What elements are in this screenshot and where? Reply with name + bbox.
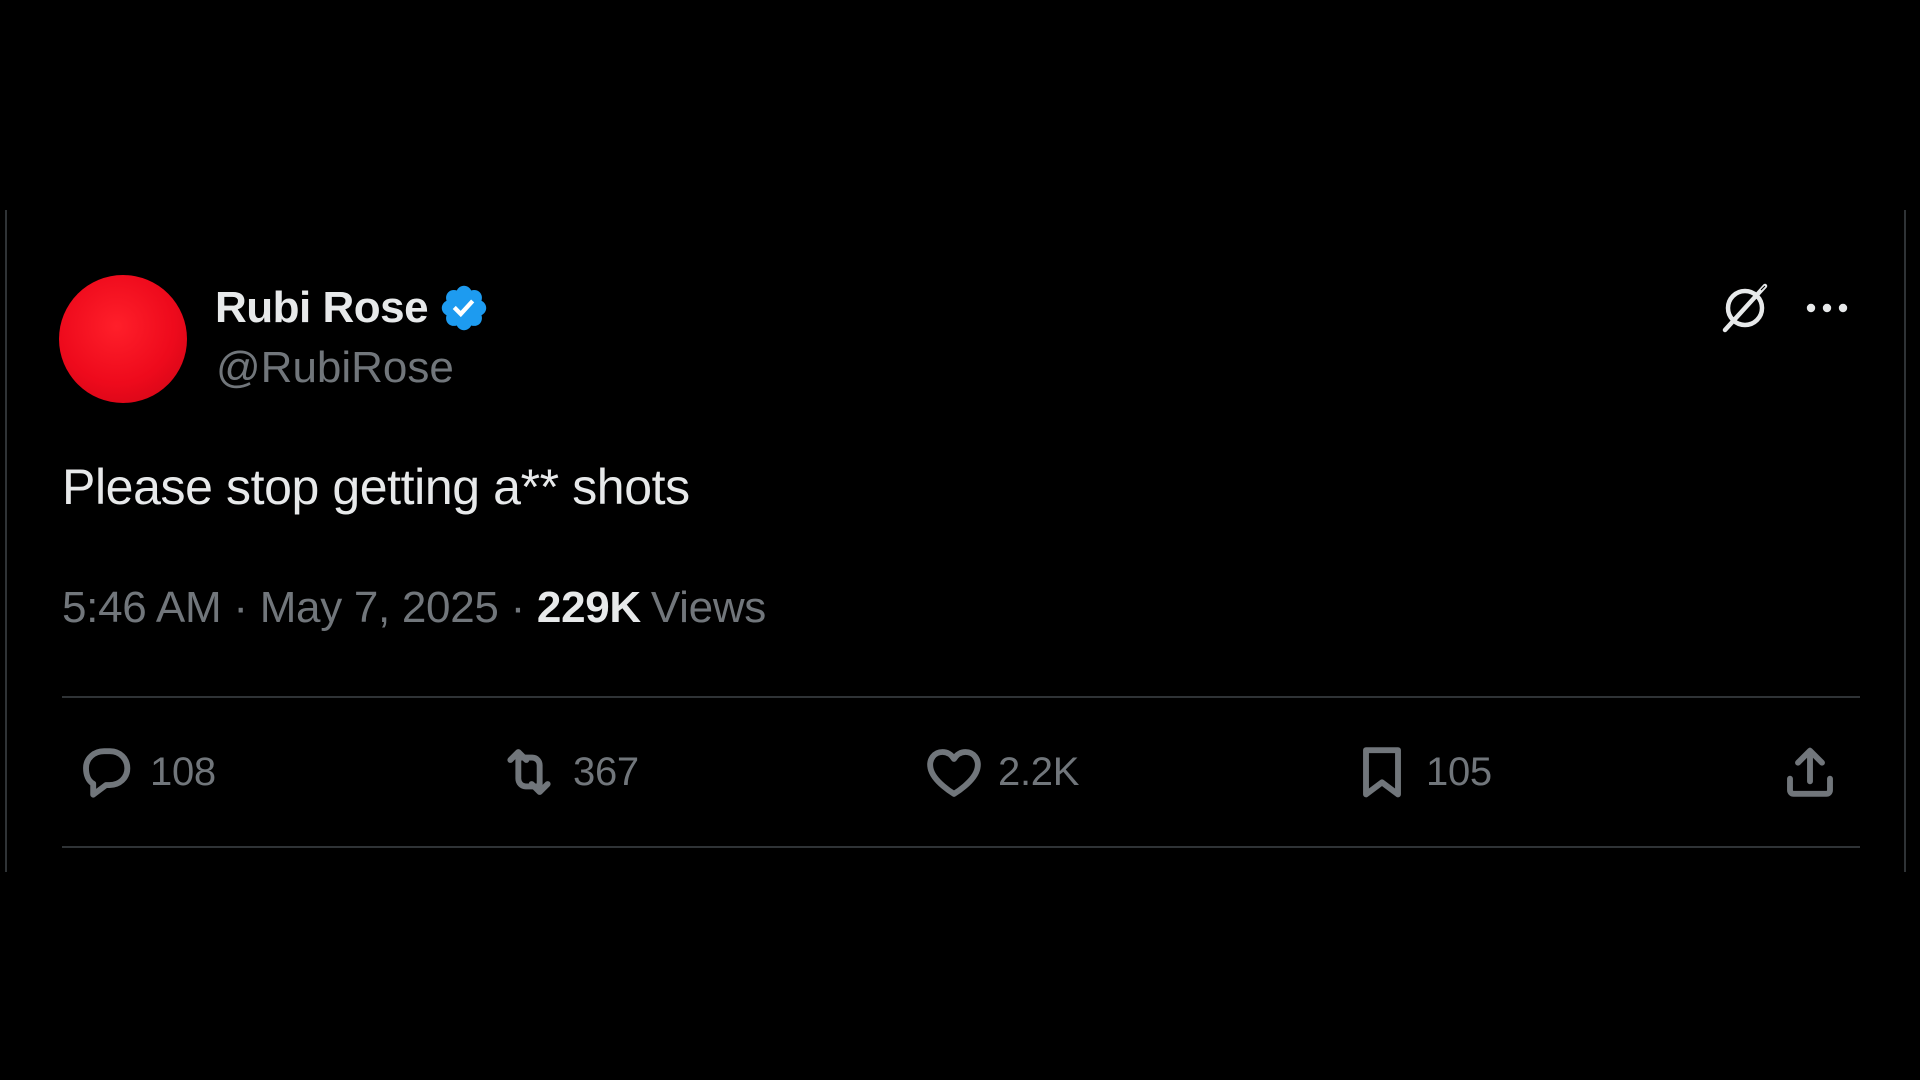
reply-icon [83,748,131,798]
reply-count: 108 [150,749,216,794]
tweet-meta: 5:46 AM · May 7, 2025 · 229K Views [62,586,766,630]
meta-separator: · [510,583,526,632]
retweet-count: 367 [573,749,639,794]
share-button[interactable] [1778,714,1842,830]
screen: Rubi Rose @RubiRose Please stop getting … [0,0,1920,1080]
bookmark-button[interactable]: 105 [1350,714,1492,830]
like-button[interactable]: 2.2K [922,714,1079,830]
like-count: 2.2K [998,749,1080,794]
tweet-date[interactable]: May 7, 2025 [260,586,499,630]
reply-button[interactable]: 108 [74,714,216,830]
divider [62,696,1860,698]
meta-separator: · [233,583,248,632]
verified-badge-icon[interactable] [438,282,490,334]
author-handle[interactable]: @RubiRose [216,346,454,390]
author-display-name[interactable]: Rubi Rose [215,286,429,330]
tweet-card[interactable]: Rubi Rose @RubiRose Please stop getting … [5,210,1906,872]
bookmark-count: 105 [1426,749,1492,794]
avatar[interactable] [59,275,187,403]
views-count[interactable]: 229K [537,586,641,630]
bookmark-icon [1363,747,1401,798]
share-icon [1787,747,1833,797]
tweet-text: Please stop getting a** shots [62,459,690,515]
heart-icon [927,749,981,797]
tweet-time[interactable]: 5:46 AM [62,586,222,630]
retweet-button[interactable]: 367 [497,714,639,830]
action-bar: 108 367 2.2K 105 [62,714,1860,830]
more-icon[interactable] [1803,294,1851,322]
grok-icon[interactable] [1715,278,1775,338]
views-label[interactable]: Views [651,586,766,630]
retweet-icon [507,749,551,795]
divider [62,846,1860,848]
author-name-row: Rubi Rose [215,282,490,334]
